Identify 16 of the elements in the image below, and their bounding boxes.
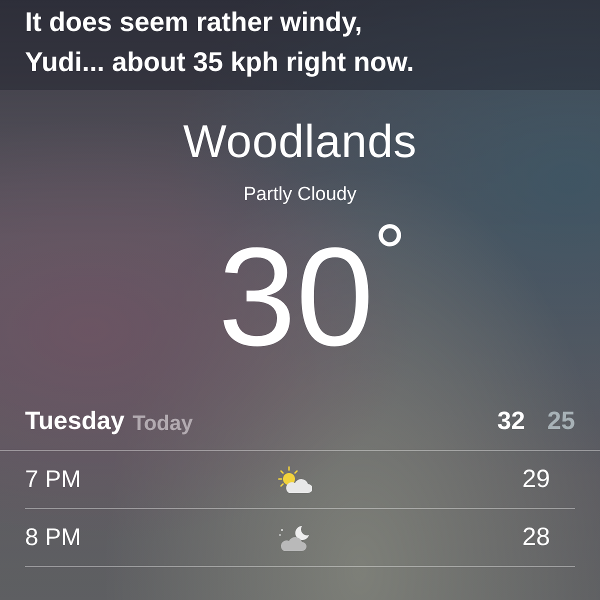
hour-label: 8 PM — [25, 522, 82, 553]
sun-cloud-icon — [278, 466, 312, 494]
hour-label: 7 PM — [25, 464, 82, 495]
degree-sign: ° — [374, 213, 406, 294]
today-label: Today — [132, 410, 193, 437]
siri-response-text: Yudi... about 35 kph right now. — [25, 46, 416, 79]
siri-response-text: It does seem rather windy, — [25, 6, 364, 39]
city-name: Woodlands — [183, 116, 417, 167]
hour-temperature: 28 — [522, 522, 550, 553]
moon-cloud-icon — [278, 524, 312, 552]
hour-temperature: 29 — [522, 464, 550, 495]
weather-condition: Partly Cloudy — [244, 182, 356, 207]
day-name: Tuesday — [25, 406, 125, 437]
current-temperature: 30 — [218, 227, 374, 368]
high-temperature: 32 — [496, 406, 525, 437]
low-temperature: 25 — [546, 406, 575, 437]
